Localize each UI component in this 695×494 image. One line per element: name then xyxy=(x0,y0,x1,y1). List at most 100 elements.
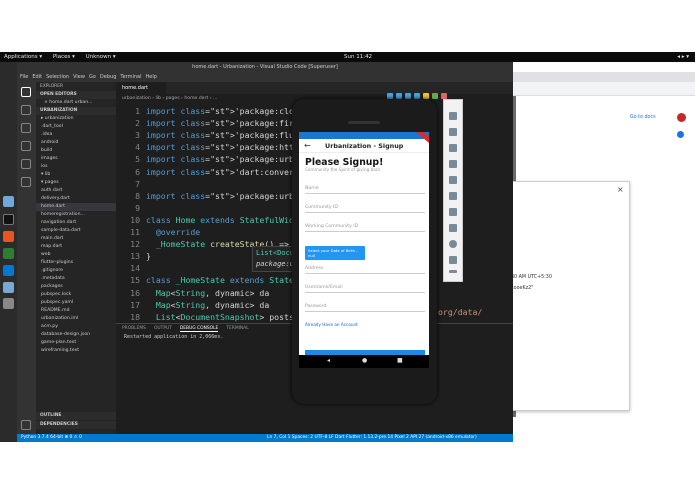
file-tree-item[interactable]: homeregistration... xyxy=(36,211,116,219)
system-tray[interactable]: ◂ ▸ ▾ xyxy=(677,52,689,62)
project-section[interactable]: URBANIZATION xyxy=(36,107,116,115)
file-tree-item[interactable]: acm.py xyxy=(36,323,116,331)
rotate-left-icon[interactable] xyxy=(449,160,457,168)
zoom-icon[interactable] xyxy=(449,208,457,216)
file-tree-item[interactable]: build xyxy=(36,147,116,155)
menu-view[interactable]: View xyxy=(73,74,85,80)
file-tree-item[interactable]: pubspec.lock xyxy=(36,291,116,299)
close-icon[interactable]: × xyxy=(617,185,624,194)
debug-icon[interactable] xyxy=(21,141,31,151)
clock[interactable]: Sun 11:42 xyxy=(344,52,372,62)
file-tree-item[interactable]: ▾ pages xyxy=(36,179,116,187)
name-field[interactable]: Name xyxy=(305,184,425,194)
password-field[interactable]: Password xyxy=(305,302,425,312)
status-right[interactable]: Ln 7, Col 1 Spaces: 2 UTF-8 LF Dart Flut… xyxy=(267,434,477,442)
file-tree-item[interactable]: packages xyxy=(36,283,116,291)
file-tree-item[interactable]: .idea xyxy=(36,131,116,139)
file-tree-item[interactable]: auth.dart xyxy=(36,187,116,195)
search-icon[interactable] xyxy=(21,105,31,115)
outline-section[interactable]: OUTLINE xyxy=(36,412,116,420)
code-line[interactable]: Map<String, dynamic> da xyxy=(146,287,269,299)
menu-terminal[interactable]: Terminal xyxy=(120,74,141,80)
file-tree-item[interactable]: delivery.dart xyxy=(36,195,116,203)
already-have-account-link[interactable]: Already Have an Account xyxy=(305,322,358,327)
emu-overview-icon[interactable] xyxy=(449,256,457,264)
community-id-field[interactable]: Community ID xyxy=(305,203,425,213)
applications-menu[interactable]: Applications ▾ xyxy=(4,54,42,60)
window-menu[interactable]: Unknown ▾ xyxy=(86,54,116,60)
settings-gear-icon[interactable] xyxy=(21,420,31,430)
explorer-icon[interactable] xyxy=(21,87,31,97)
status-left[interactable]: Python 3.7.4 64-bit ⊗ 0 ⚠ 0 xyxy=(21,435,82,440)
back-arrow-icon[interactable]: ← xyxy=(304,141,311,150)
file-tree-item[interactable]: ios xyxy=(36,163,116,171)
more-icon[interactable] xyxy=(449,270,457,273)
tab-home-dart[interactable]: home.dart xyxy=(116,82,166,94)
menu-help[interactable]: Help xyxy=(146,74,157,80)
file-tree-item[interactable]: pubspec.yaml xyxy=(36,299,116,307)
volume-up-icon[interactable] xyxy=(449,128,457,136)
file-tree-item[interactable]: .dart_tool xyxy=(36,123,116,131)
address-field[interactable]: Address xyxy=(305,264,425,274)
file-tree-item[interactable]: main.dart xyxy=(36,235,116,243)
file-tree-item[interactable]: home.dart xyxy=(36,203,116,211)
app-store-icon[interactable] xyxy=(3,248,14,259)
rotate-right-icon[interactable] xyxy=(449,176,457,184)
browser-address-bar[interactable] xyxy=(511,82,695,96)
open-editor-item[interactable]: × home.dart urban... xyxy=(36,99,116,107)
file-tree-item[interactable]: README.md xyxy=(36,307,116,315)
menu-file[interactable]: File xyxy=(20,74,28,80)
code-line[interactable]: Map<String, dynamic> da xyxy=(146,299,269,311)
android-studio-icon[interactable] xyxy=(3,282,14,293)
code-line[interactable]: } xyxy=(146,250,151,262)
code-line[interactable]: import class="st">'dart:convert'; xyxy=(146,166,309,178)
file-tree-item[interactable]: wireframing.text xyxy=(36,347,116,355)
file-tree-item[interactable]: navigation.dart xyxy=(36,219,116,227)
menu-debug[interactable]: Debug xyxy=(100,74,116,80)
file-tree-item[interactable]: game-plan.text xyxy=(36,339,116,347)
menu-edit[interactable]: Edit xyxy=(32,74,42,80)
browser-avatar[interactable] xyxy=(677,113,686,122)
goto-docs-link[interactable]: Go to docs xyxy=(630,115,656,120)
file-tree-item[interactable]: sample-data.dart xyxy=(36,227,116,235)
open-editors-section[interactable]: OPEN EDITORS xyxy=(36,91,116,99)
file-tree-item[interactable]: .metadata xyxy=(36,275,116,283)
places-menu[interactable]: Places ▾ xyxy=(53,54,75,60)
file-tree-item[interactable]: web xyxy=(36,251,116,259)
source-control-icon[interactable] xyxy=(21,123,31,133)
file-tree-item[interactable]: ▸ urbanization xyxy=(36,115,116,123)
working-community-id-field[interactable]: Working Community ID xyxy=(305,222,425,232)
camera-icon[interactable] xyxy=(449,192,457,200)
emu-back-icon[interactable] xyxy=(449,224,457,232)
tab-terminal[interactable]: TERMINAL xyxy=(226,326,248,331)
nav-home-icon[interactable]: ● xyxy=(362,357,367,364)
username-email-field[interactable]: Username/Email xyxy=(305,283,425,293)
code-line[interactable]: @override xyxy=(146,226,200,238)
power-icon[interactable] xyxy=(449,112,457,120)
file-tree-item[interactable]: ▾ lib xyxy=(36,171,116,179)
show-apps-icon[interactable] xyxy=(3,298,14,309)
menu-selection[interactable]: Selection xyxy=(46,74,69,80)
tab-output[interactable]: OUTPUT xyxy=(154,326,172,331)
browser-tab-strip[interactable] xyxy=(511,72,695,82)
nav-recents-icon[interactable]: ■ xyxy=(397,357,403,364)
terminal-icon[interactable] xyxy=(3,214,14,225)
vscode-icon[interactable] xyxy=(3,265,14,276)
file-tree-item[interactable]: map.dart xyxy=(36,243,116,251)
emu-home-icon[interactable] xyxy=(449,240,457,248)
file-tree-item[interactable]: .gitignore xyxy=(36,267,116,275)
file-tree-item[interactable]: flutter-plugins xyxy=(36,259,116,267)
remote-icon[interactable] xyxy=(21,177,31,187)
file-tree-item[interactable]: images xyxy=(36,155,116,163)
file-tree-item[interactable]: database-design.json xyxy=(36,331,116,339)
dependencies-section[interactable]: DEPENDENCIES xyxy=(36,421,116,429)
help-icon[interactable] xyxy=(677,131,684,138)
file-tree-item[interactable]: android xyxy=(36,139,116,147)
menu-go[interactable]: Go xyxy=(89,74,96,80)
extensions-icon[interactable] xyxy=(21,159,31,169)
files-icon[interactable] xyxy=(3,196,14,207)
nav-back-icon[interactable]: ◂ xyxy=(327,357,330,364)
file-tree-item[interactable]: urbanization.iml xyxy=(36,315,116,323)
tab-debug-console[interactable]: DEBUG CONSOLE xyxy=(179,326,219,332)
volume-down-icon[interactable] xyxy=(449,144,457,152)
